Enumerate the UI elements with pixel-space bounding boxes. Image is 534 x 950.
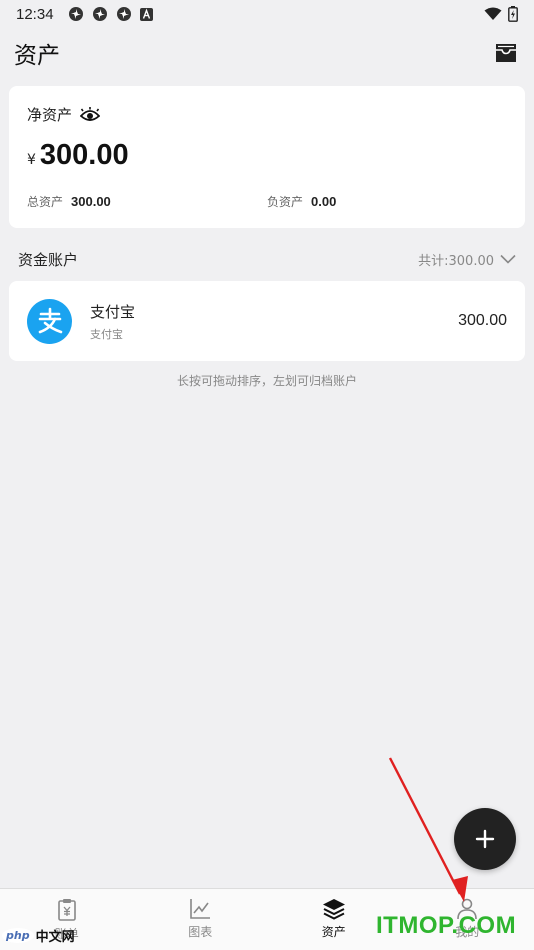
currency-symbol: ¥ bbox=[27, 152, 36, 168]
nav-item-charts[interactable]: 图表 bbox=[134, 889, 268, 950]
account-balance: 300.00 bbox=[458, 312, 507, 329]
net-worth-label-row: 净资产 bbox=[27, 104, 507, 125]
chart-icon bbox=[190, 899, 211, 919]
nav-label-charts: 图表 bbox=[188, 925, 213, 939]
liabilities-label: 负资产 bbox=[267, 195, 304, 209]
account-name: 支付宝 bbox=[90, 302, 136, 321]
accounts-hint: 长按可拖动排序，左划可归档账户 bbox=[176, 374, 357, 388]
eye-icon[interactable] bbox=[80, 106, 101, 123]
total-assets: 总资产 300.00 bbox=[27, 193, 267, 210]
net-worth-label: 净资产 bbox=[27, 106, 73, 124]
app-header: 资产 bbox=[0, 30, 534, 76]
account-info: 支付宝 支付宝 bbox=[90, 301, 135, 342]
status-icons-left bbox=[68, 6, 153, 22]
page-title: 资产 bbox=[14, 43, 60, 69]
status-icons-right bbox=[484, 6, 518, 22]
section-title: 资金账户 bbox=[18, 250, 79, 269]
alipay-logo bbox=[27, 298, 72, 344]
battery-icon bbox=[508, 6, 518, 22]
accounts-total: 共计:300.00 bbox=[418, 253, 494, 269]
net-worth-breakdown: 总资产 300.00 负资产 0.00 bbox=[27, 193, 507, 210]
watermark-itmop: ITMOP.COM bbox=[376, 912, 517, 939]
total-assets-label: 总资产 bbox=[27, 195, 64, 209]
red-arrow-annotation bbox=[388, 757, 468, 902]
alipay-icon bbox=[38, 307, 62, 334]
watermark-php-badge: php bbox=[2, 928, 34, 943]
chevron-down-icon bbox=[500, 254, 516, 264]
pinwheel-icon bbox=[92, 7, 107, 21]
archive-box-icon bbox=[496, 44, 516, 62]
net-worth-amount: 300.00 bbox=[39, 139, 129, 171]
pinwheel-icon bbox=[68, 7, 83, 21]
wifi-icon bbox=[484, 7, 502, 20]
net-worth-card: 净资产 ¥ 300.00 总资产 300.00 负资产 0.00 bbox=[9, 86, 525, 228]
liabilities: 负资产 0.00 bbox=[267, 193, 507, 210]
accounts-total-toggle[interactable]: 共计:300.00 bbox=[418, 250, 516, 269]
a-badge-icon bbox=[139, 7, 153, 21]
archive-button[interactable] bbox=[492, 39, 520, 67]
liabilities-value: 0.00 bbox=[311, 194, 337, 209]
accounts-section-header: 资金账户 共计:300.00 bbox=[0, 244, 534, 274]
total-assets-value: 300.00 bbox=[71, 194, 111, 209]
status-bar: 12:34 bbox=[0, 0, 534, 28]
watermark-php-text: 中文网 bbox=[35, 930, 75, 945]
nav-label-assets: 资产 bbox=[321, 925, 346, 939]
account-row-alipay[interactable]: 支付宝 支付宝 300.00 bbox=[9, 281, 525, 361]
net-worth-amount-row: ¥ 300.00 bbox=[27, 139, 507, 172]
bill-icon bbox=[57, 899, 76, 921]
status-time: 12:34 bbox=[16, 5, 54, 23]
layers-icon bbox=[322, 899, 345, 920]
watermark-php: php 中文网 bbox=[2, 926, 75, 945]
account-subtitle: 支付宝 bbox=[90, 327, 123, 341]
pinwheel-icon bbox=[116, 7, 131, 21]
